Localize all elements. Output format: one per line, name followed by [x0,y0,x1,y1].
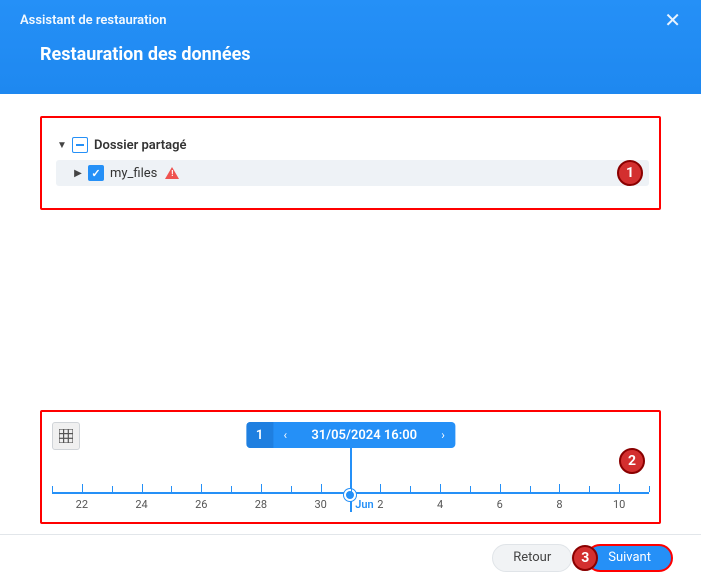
folder-tree-panel: ▼ Dossier partagé ▶ my_files 1 [40,116,661,210]
timeline-tick [171,486,172,492]
dialog-body: ▼ Dossier partagé ▶ my_files 1 [0,94,701,532]
timeline-tick [440,484,441,494]
tree-root-label: Dossier partagé [94,138,187,153]
timeline-next-button[interactable]: › [431,422,455,448]
tree-row-root[interactable]: ▼ Dossier partagé [56,132,649,158]
timeline-tick-label: 4 [437,498,443,511]
timeline-tick-label: 8 [556,498,562,511]
timeline-tick-label: 30 [314,498,326,511]
annotation-step-1: 1 [617,160,643,186]
timeline-panel: 1 ‹ 31/05/2024 16:00 › 2 222426283024681… [40,410,661,524]
back-button[interactable]: Retour [492,544,572,572]
warning-icon [165,167,179,179]
timeline-tick [470,486,471,492]
caret-down-icon[interactable]: ▼ [56,139,68,151]
timeline-month-label: Jun [355,498,373,511]
tree-item-label: my_files [110,166,157,181]
close-icon[interactable]: ✕ [658,8,687,32]
timeline-prev-button[interactable]: ‹ [273,422,297,448]
timeline-tick-label: 2 [377,498,383,511]
timeline-tick-label: 6 [497,498,503,511]
timeline-tick-label: 10 [613,498,625,511]
assistant-label: Assistant de restauration [20,13,167,28]
dialog-header: Assistant de restauration ✕ Restauration… [0,0,701,94]
timeline-tick [649,486,650,492]
timeline-tick-label: 28 [255,498,267,511]
dialog-title: Restauration des données [0,34,701,81]
timeline-tick [201,484,202,494]
caret-right-icon[interactable]: ▶ [72,167,84,179]
timeline-tick [231,486,232,492]
timeline-tick [321,484,322,494]
checkbox-root[interactable] [72,137,88,153]
next-button-wrap: 3 Suivant [586,544,673,572]
timeline-tick [82,484,83,494]
timeline-tick [52,486,53,492]
calendar-icon [59,429,73,443]
timeline-tick [261,484,262,494]
timeline-tick [142,484,143,494]
timeline-tick [559,484,560,494]
timeline-tick [530,486,531,492]
timeline-tick [619,484,620,494]
timeline-tick [500,484,501,494]
timeline-playhead-dot[interactable] [344,489,356,501]
tree-row-myfiles[interactable]: ▶ my_files 1 [56,160,649,186]
timeline-tick-label: 22 [76,498,88,511]
dialog-footer: Retour 3 Suivant [0,534,701,580]
timeline-tick [589,486,590,492]
timeline-tick [291,486,292,492]
timeline-selected-datetime: 31/05/2024 16:00 [297,422,431,448]
timeline-tick [112,486,113,492]
timeline-tick [380,484,381,494]
checkbox-myfiles[interactable] [88,165,104,181]
timeline-ticks[interactable]: 2224262830246810Jun [52,474,649,512]
timeline-tick [410,486,411,492]
timeline-tick-label: 24 [135,498,147,511]
annotation-step-2: 2 [619,448,645,474]
calendar-grid-button[interactable] [52,422,80,450]
next-button[interactable]: Suivant [586,544,673,572]
timeline-tick-label: 26 [195,498,207,511]
timeline-count: 1 [246,422,273,448]
timeline-tick [351,486,352,492]
